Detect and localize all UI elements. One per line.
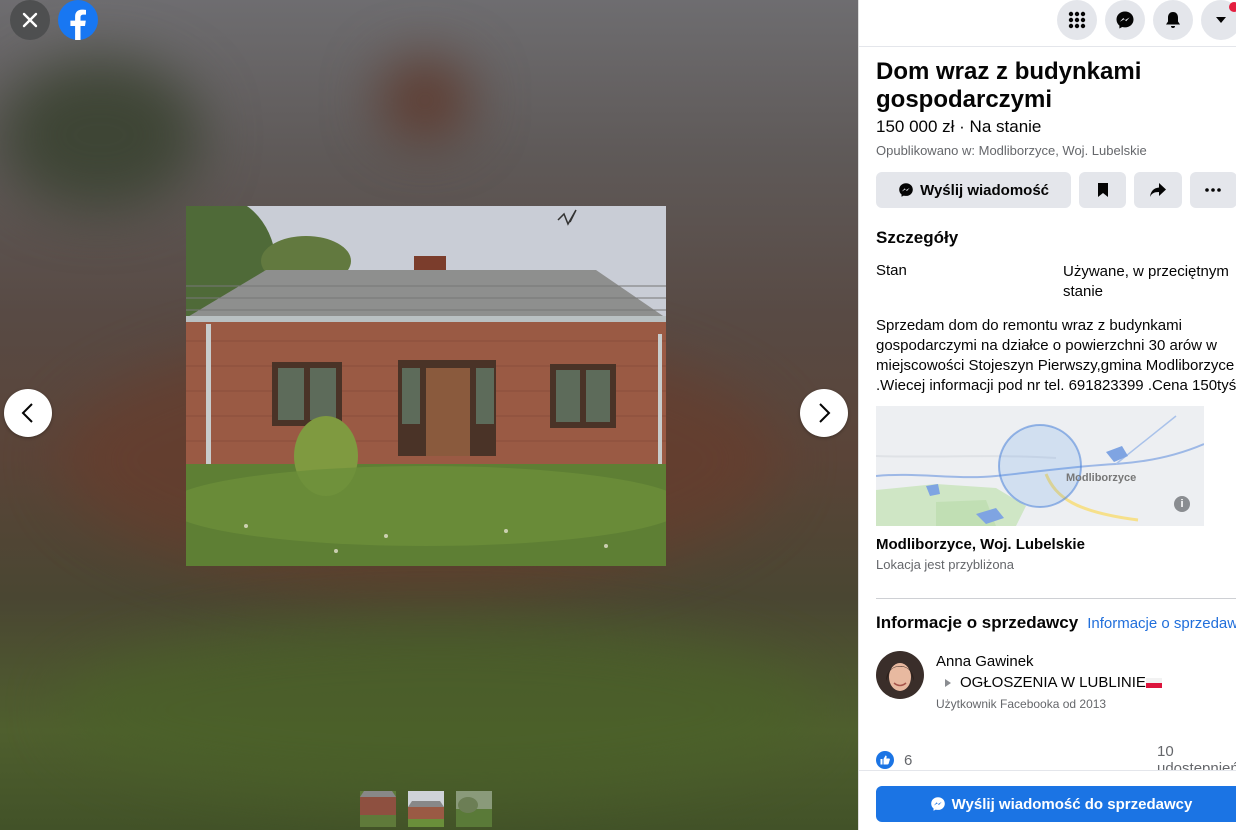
share-icon: [1150, 183, 1167, 197]
save-button[interactable]: [1079, 172, 1127, 208]
more-icon: [1205, 188, 1222, 192]
seller-info-link[interactable]: Informacje o sprzedawcy: [1087, 615, 1236, 632]
send-message-button[interactable]: Wyślij wiadomość: [876, 172, 1072, 208]
menu-button[interactable]: [1057, 0, 1097, 40]
close-button[interactable]: [10, 0, 50, 40]
messenger-button[interactable]: [1105, 0, 1145, 40]
background-blur: [380, 60, 470, 140]
notification-dot: [1229, 2, 1236, 12]
menu-grid-icon: [1068, 11, 1086, 29]
condition-value-line: stanie: [1063, 283, 1104, 300]
listing-description: Sprzedam dom do remontu wraz z budynkami…: [876, 316, 1236, 396]
likes-count[interactable]: 6: [904, 752, 912, 769]
action-buttons: Wyślij wiadomość: [876, 172, 1236, 208]
messenger-icon: [930, 797, 945, 811]
previous-photo-button[interactable]: [4, 389, 52, 437]
seller-group[interactable]: OGŁOSZENIA W LUBLINIE: [936, 674, 1162, 691]
like-icon[interactable]: [876, 751, 894, 769]
chevron-left-icon: [21, 403, 33, 423]
seller-since: Użytkownik Facebooka od 2013: [936, 697, 1107, 711]
seller-name[interactable]: Anna Gawinek: [936, 653, 1162, 670]
details-heading: Szczegóły: [876, 228, 959, 247]
close-icon: [22, 12, 38, 28]
thumbnail[interactable]: [408, 791, 444, 827]
seller-heading-row: Informacje o sprzedawcy Informacje o spr…: [876, 613, 1236, 633]
background-blur: [0, 60, 200, 210]
map-place-label: Modliborzyce: [1066, 472, 1137, 484]
more-options-button[interactable]: [1189, 172, 1236, 208]
description-line: Sprzedam dom do remontu wraz z budynkami: [876, 317, 1182, 334]
send-message-label: Wyślij wiadomość: [920, 181, 1050, 199]
description-line: gospodarczymi na działce o powierzchni 3…: [876, 337, 1218, 354]
notifications-button[interactable]: [1153, 0, 1193, 40]
thumbnail[interactable]: [360, 791, 396, 827]
seller-group-name: OGŁOSZENIA W LUBLINIE: [960, 674, 1146, 691]
avatar[interactable]: [876, 651, 924, 699]
location-subtitle: Lokacja jest przybliżona: [876, 557, 1015, 572]
poland-flag-icon: [1145, 677, 1162, 688]
posted-location: Opublikowano w: Modliborzyce, Woj. Lubel…: [876, 143, 1147, 158]
background-blur: [60, 620, 820, 800]
bell-icon: [1166, 12, 1180, 28]
condition-label: Stan: [876, 262, 907, 279]
photo-viewer: [0, 0, 858, 830]
condition-value-line: Używane, w przeciętnym: [1063, 263, 1229, 280]
photo-thumbnails: [360, 791, 492, 827]
send-to-seller-button[interactable]: Wyślij wiadomość do sprzedawcy: [876, 786, 1236, 822]
caret-down-icon: [1216, 17, 1226, 23]
caret-right-icon: [945, 678, 951, 687]
section-divider: [876, 598, 1236, 599]
condition-value: Używane, w przeciętnym stanie: [1063, 262, 1229, 302]
seller-heading: Informacje o sprzedawcy: [876, 613, 1079, 632]
next-photo-button[interactable]: [800, 389, 848, 437]
location-map[interactable]: Modliborzyce i: [876, 406, 1204, 526]
listing-details-panel: Dom wraz z budynkami gospodarczymi 150 0…: [858, 0, 1236, 830]
chevron-right-icon: [819, 403, 831, 423]
top-bar: [859, 0, 1236, 47]
messenger-icon: [1116, 11, 1134, 29]
share-button[interactable]: [1134, 172, 1182, 208]
description-line: miejscowości Stojeszyn Pierwszy,gmina Mo…: [876, 357, 1235, 374]
messenger-icon: [899, 183, 913, 197]
seller-card: Anna Gawinek OGŁOSZENIA W LUBLINIE Użytk…: [876, 651, 1236, 711]
send-to-seller-label: Wyślij wiadomość do sprzedawcy: [951, 795, 1193, 813]
facebook-logo[interactable]: [58, 0, 98, 40]
location-title: Modliborzyce, Woj. Lubelskie: [876, 536, 1085, 553]
bookmark-icon: [1097, 183, 1108, 197]
description-line: .Wiecej informacji pod nr tel. 691823399…: [876, 377, 1236, 394]
info-icon[interactable]: i: [1174, 496, 1190, 512]
condition-row: Stan Używane, w przeciętnym stanie: [876, 262, 1236, 302]
seller-info: Anna Gawinek OGŁOSZENIA W LUBLINIE Użytk…: [936, 653, 1162, 711]
listing-title: Dom wraz z budynkami gospodarczymi: [876, 58, 1142, 113]
price-status: 150 000 zł · Na stanie: [876, 117, 1042, 136]
listing-photo: [186, 206, 666, 566]
bottom-bar: Wyślij wiadomość do sprzedawcy: [859, 770, 1236, 830]
engagement-row: 6 10 udostępnień: [876, 743, 1236, 777]
thumbnail[interactable]: [456, 791, 492, 827]
listing-content: Dom wraz z budynkami gospodarczymi 150 0…: [876, 58, 1236, 711]
